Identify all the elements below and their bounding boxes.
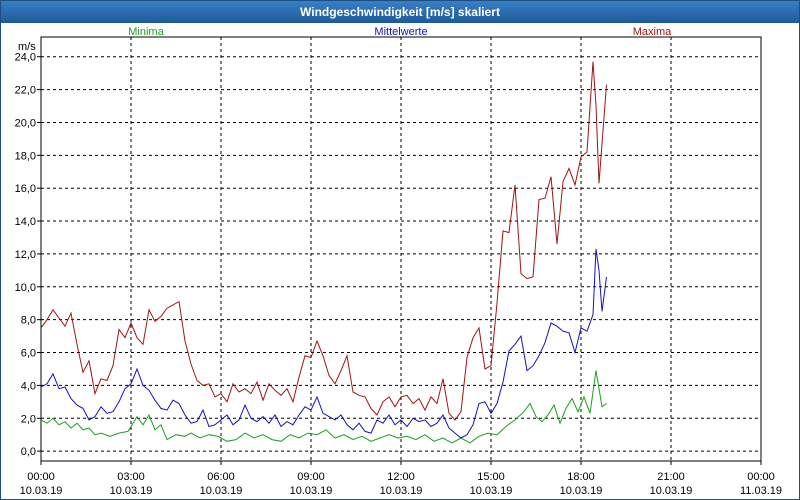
y-tick-label: 4,0 [21,380,36,392]
y-tick-label: 16,0 [15,183,36,195]
y-axis-unit-label: m/s [18,41,36,53]
y-tick-label: 20,0 [15,117,36,129]
legend-maxima: Maxima [633,26,672,38]
y-tick-label: 0,0 [21,446,36,458]
x-tick-date-label: 10.03.19 [470,485,513,497]
y-tick-label: 22,0 [15,85,36,97]
series-line-mittelwerte [40,248,607,439]
y-tick-label: 10,0 [15,282,36,294]
x-tick-time-label: 21:00 [657,471,685,483]
y-tick-label: 14,0 [15,216,36,228]
x-tick-time-label: 00:00 [747,471,775,483]
x-tick-time-label: 09:00 [297,471,325,483]
legend-mittelwerte: Mittelwerte [374,26,427,38]
x-tick-date-label: 10.03.19 [110,485,153,497]
x-tick-time-label: 03:00 [117,471,145,483]
y-tick-labels: 24,0 22,0 20,0 18,0 16,0 14,0 12,0 10,0 8,0 6,0 4,… [15,52,36,458]
x-tick-date-label: 10.03.19 [650,485,693,497]
legend-minima: Minima [128,26,164,38]
series-line-minima [40,370,607,444]
x-tick-time-label: 18:00 [567,471,595,483]
y-tick-label: 24,0 [15,52,36,64]
x-tick-time-label: 06:00 [207,471,235,483]
x-tick-time-label: 12:00 [387,471,415,483]
series-line-maxima [40,61,607,421]
x-tick-time-label: 00:00 [27,471,55,483]
x-tick-labels: 00:00 10.03.19 03:00 10.03.19 06:00 10.03.19 0… [20,471,782,497]
chart-svg: 24,0 22,0 20,0 18,0 16,0 14,0 12,0 10,0 8,0 6,0 4,… [15,26,782,497]
x-tick-date-label: 10.03.19 [560,485,603,497]
x-tick-date-label: 10.03.19 [380,485,423,497]
x-tick-date-label: 10.03.19 [200,485,243,497]
y-tick-label: 2,0 [21,413,36,425]
y-tick-label: 12,0 [15,249,36,261]
x-tick-date-label: 10.03.19 [290,485,333,497]
x-tick-date-label: 11.03.19 [740,485,782,497]
y-tick-label: 8,0 [21,315,36,327]
x-tick-date-label: 10.03.19 [20,485,63,497]
x-tick-time-label: 15:00 [477,471,505,483]
y-tick-label: 6,0 [21,348,36,360]
y-tick-label: 18,0 [15,150,36,162]
